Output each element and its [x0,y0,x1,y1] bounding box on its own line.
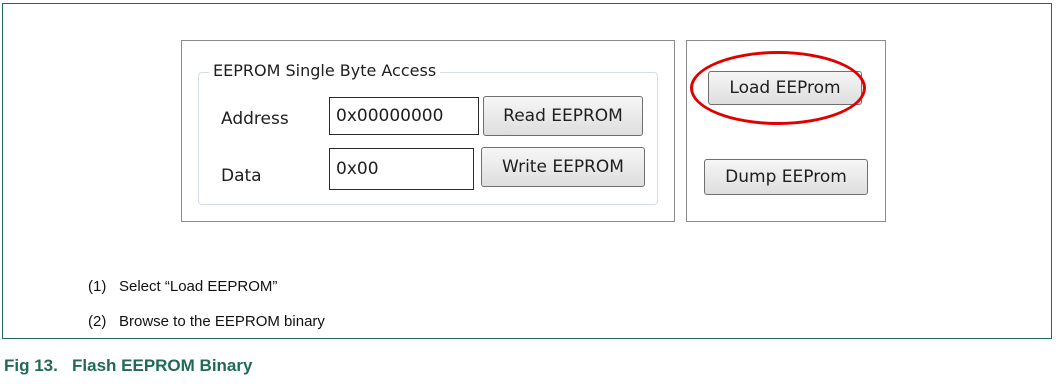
figure-caption: Fig 13. Flash EEPROM Binary [4,356,253,375]
dump-eeprom-button[interactable]: Dump EEProm [704,159,868,195]
step-1: (1) Select “Load EEPROM” [88,277,277,297]
step-2-text: Browse to the EEPROM binary [119,313,325,330]
address-label: Address [221,109,289,129]
read-eeprom-button[interactable]: Read EEPROM [483,96,643,136]
step-2: (2) Browse to the EEPROM binary [88,312,325,332]
step-1-number: (1) [88,278,107,295]
group-title: EEPROM Single Byte Access [209,60,441,82]
load-eeprom-button[interactable]: Load EEProm [708,71,862,105]
step-1-text: Select “Load EEPROM” [119,278,278,295]
data-input[interactable]: 0x00 [329,148,474,190]
data-label: Data [221,166,262,186]
address-input[interactable]: 0x00000000 [329,97,479,135]
step-2-number: (2) [88,313,107,330]
write-eeprom-button[interactable]: Write EEPROM [481,147,645,187]
